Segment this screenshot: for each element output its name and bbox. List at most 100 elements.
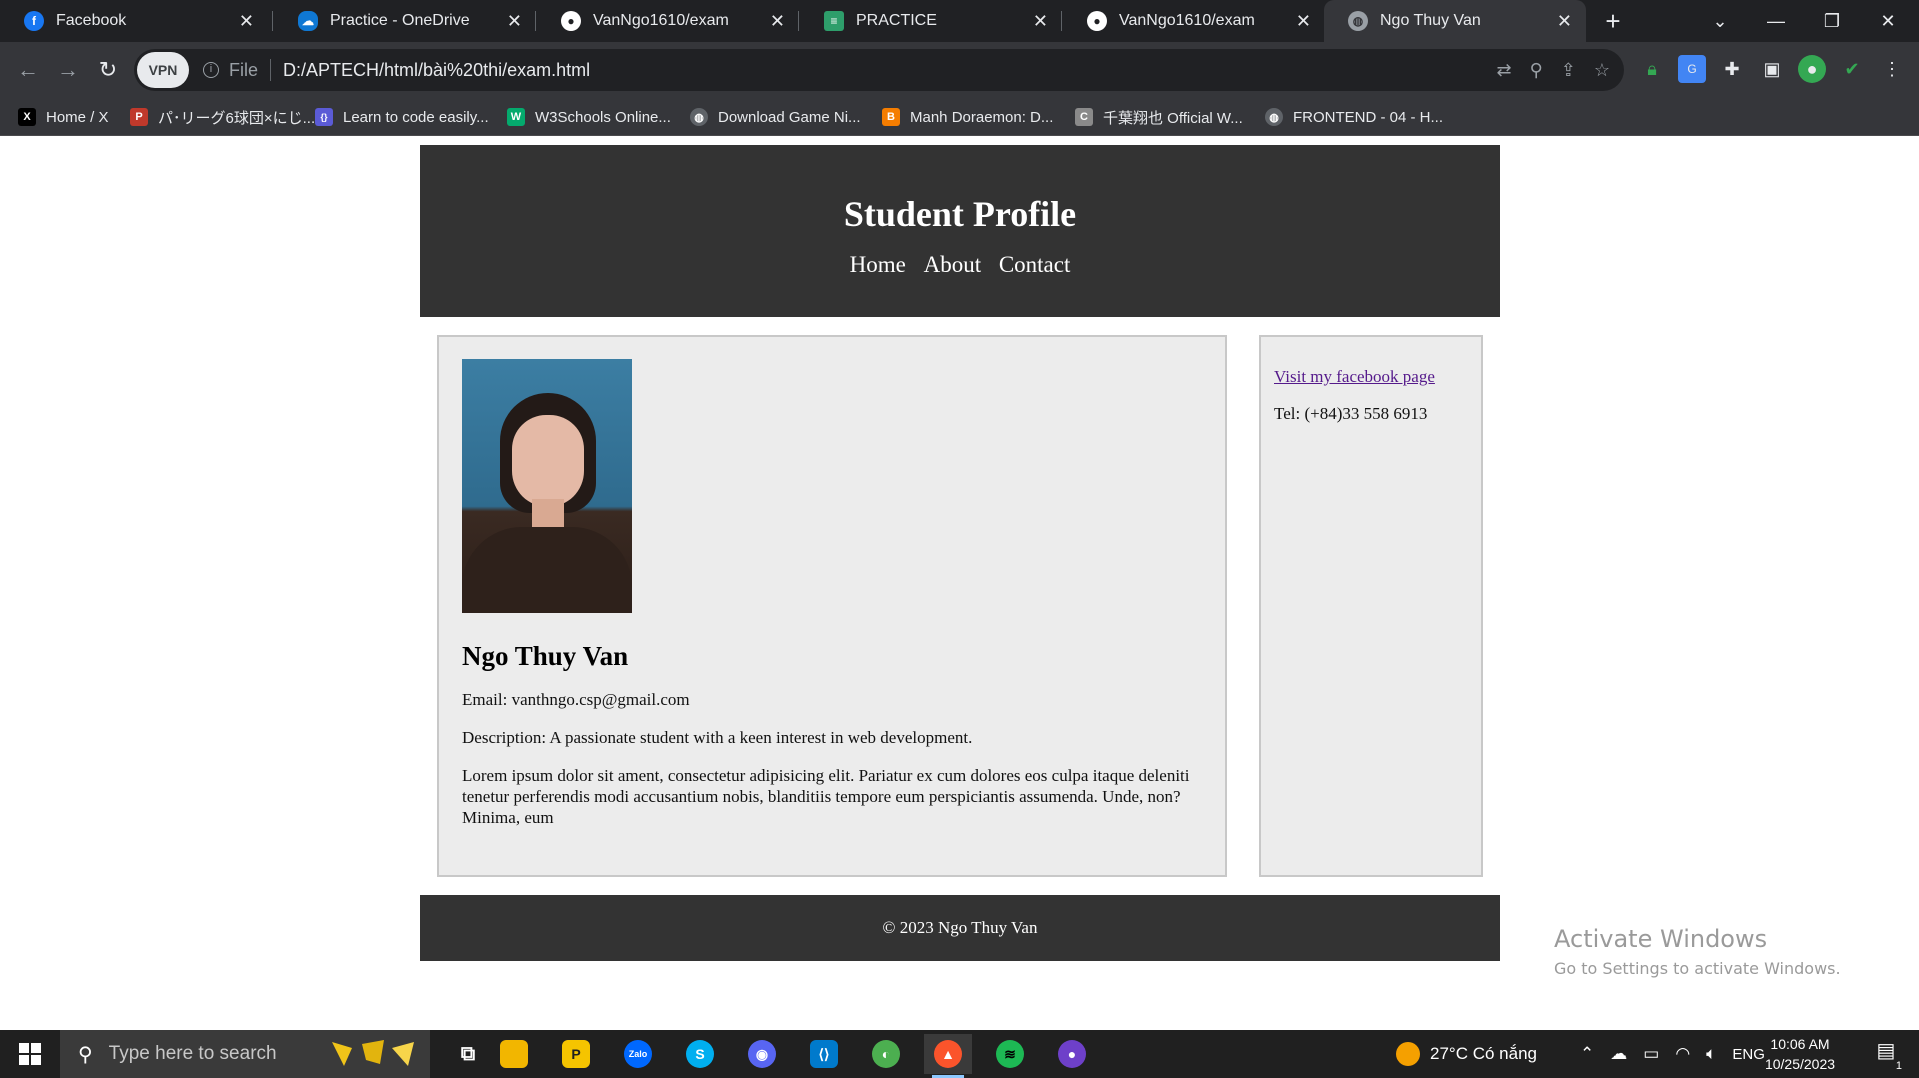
- restore-button[interactable]: ❐: [1804, 0, 1860, 42]
- side-panel-icon[interactable]: ▣: [1758, 55, 1786, 83]
- new-tab-button[interactable]: +: [1598, 6, 1628, 36]
- taskbar-search[interactable]: ⚲ Type here to search: [60, 1030, 430, 1078]
- tab-github-exam-2[interactable]: ● VanNgo1610/exam ✕: [1063, 0, 1325, 42]
- google-translate-icon[interactable]: G: [1678, 55, 1706, 83]
- bookmark-item[interactable]: ◍ Download Game Ni...: [690, 98, 861, 136]
- photo-body-shape: [462, 527, 632, 613]
- tab-separator: [1061, 11, 1062, 31]
- back-button[interactable]: ←: [12, 54, 44, 86]
- nav-link-contact[interactable]: Contact: [999, 252, 1071, 277]
- bookmark-item[interactable]: ◍ FRONTEND - 04 - H...: [1265, 98, 1443, 136]
- photo-face-shape: [512, 415, 584, 507]
- bookmark-star-icon[interactable]: ☆: [1594, 60, 1610, 81]
- bookmark-item[interactable]: X Home / X: [18, 98, 109, 136]
- tab-practice[interactable]: ≡ PRACTICE ✕: [800, 0, 1062, 42]
- spotify-button[interactable]: ≋: [986, 1034, 1034, 1074]
- weather-text: 27°C Có nắng: [1430, 1044, 1537, 1063]
- facebook-page-link[interactable]: Visit my facebook page: [1274, 367, 1435, 386]
- reload-button[interactable]: ↻: [92, 54, 124, 86]
- tab-facebook[interactable]: f Facebook ✕: [0, 0, 268, 42]
- bookmark-item[interactable]: P パ･リーグ6球団×にじ...: [130, 98, 315, 136]
- discord-button[interactable]: ◉: [738, 1034, 786, 1074]
- zalo-button[interactable]: Zalo: [614, 1034, 662, 1074]
- minimize-button[interactable]: —: [1748, 0, 1804, 42]
- onedrive-tray-icon[interactable]: ☁: [1610, 1044, 1627, 1064]
- menu-kebab-icon[interactable]: ⋮: [1878, 55, 1906, 83]
- clock-time: 10:06 AM: [1770, 1036, 1830, 1052]
- system-clock[interactable]: 10:06 AM 10/25/2023: [1760, 1034, 1840, 1074]
- taskbar-app-button[interactable]: P: [552, 1034, 600, 1074]
- c-icon: C: [1075, 108, 1093, 126]
- github-icon: ●: [1087, 11, 1107, 31]
- browser-tab-bar: f Facebook ✕ ☁ Practice - OneDrive ✕ ● V…: [0, 0, 1919, 42]
- notification-center-button[interactable]: ▤ 1: [1866, 1038, 1906, 1072]
- file-explorer-icon: [500, 1040, 528, 1068]
- unknown-app-icon: P: [562, 1040, 590, 1068]
- omnibox-actions: ⇄ ⚲ ⇪ ☆: [1496, 49, 1610, 91]
- bookmark-item[interactable]: {} Learn to code easily...: [315, 98, 489, 136]
- bookmark-item[interactable]: W W3Schools Online...: [507, 98, 671, 136]
- close-icon[interactable]: ✕: [1033, 11, 1048, 32]
- blogger-icon: B: [882, 108, 900, 126]
- close-icon[interactable]: ✕: [507, 11, 522, 32]
- volume-icon[interactable]: 🔈︎: [1706, 1044, 1716, 1064]
- watermark-title: Activate Windows: [1554, 925, 1768, 953]
- lock-extension-icon[interactable]: 🔒︎: [1638, 55, 1666, 83]
- facebook-icon: f: [24, 11, 44, 31]
- system-tray: ⌃ ☁ ▭ ◠ 🔈︎ ENG: [1580, 1030, 1765, 1078]
- weather-widget[interactable]: 27°C Có nắng: [1396, 1030, 1537, 1078]
- close-icon[interactable]: ✕: [239, 11, 254, 32]
- phone-number: Tel: (+84)33 558 6913: [1274, 404, 1428, 423]
- chevron-up-icon[interactable]: ⌃: [1580, 1044, 1594, 1064]
- github-desktop-button[interactable]: ●: [1048, 1034, 1096, 1074]
- vpn-icon[interactable]: VPN: [137, 52, 189, 88]
- bookmark-item[interactable]: C 千葉翔也 Official W...: [1075, 98, 1243, 136]
- student-profile-site: Student Profile Home About Contact Ngo T…: [420, 145, 1500, 961]
- bookmark-label: FRONTEND - 04 - H...: [1293, 108, 1444, 126]
- tab-title: VanNgo1610/exam: [593, 12, 729, 29]
- tab-github-exam[interactable]: ● VanNgo1610/exam ✕: [537, 0, 799, 42]
- file-explorer-button[interactable]: [490, 1034, 538, 1074]
- wifi-icon[interactable]: ◠: [1675, 1044, 1690, 1064]
- nav-link-home[interactable]: Home: [850, 252, 906, 277]
- tab-search-chevron-icon[interactable]: ⌄: [1692, 0, 1748, 42]
- info-icon[interactable]: i: [203, 62, 219, 78]
- brave-browser-button[interactable]: ▲: [924, 1034, 972, 1078]
- tab-title: Practice - OneDrive: [330, 12, 470, 29]
- nav-link-about[interactable]: About: [924, 252, 982, 277]
- bookmark-item[interactable]: B Manh Doraemon: D...: [882, 98, 1053, 136]
- battery-icon[interactable]: ▭: [1643, 1044, 1659, 1064]
- site-nav: Home About Contact: [420, 252, 1500, 278]
- tab-onedrive[interactable]: ☁ Practice - OneDrive ✕: [274, 0, 536, 42]
- profile-avatar-icon[interactable]: ●: [1798, 55, 1826, 83]
- translate-icon[interactable]: ⇄: [1496, 60, 1511, 81]
- url-text[interactable]: D:/APTECH/html/bài%20thi/exam.html: [283, 60, 590, 81]
- bookmark-label: パ･リーグ6球団×にじ...: [158, 109, 316, 127]
- extensions-puzzle-icon[interactable]: ✚: [1718, 55, 1746, 83]
- close-icon[interactable]: ✕: [770, 11, 785, 32]
- zoom-icon[interactable]: ⚲: [1530, 60, 1543, 81]
- start-button[interactable]: [0, 1030, 60, 1078]
- shield-check-icon[interactable]: ✔: [1838, 55, 1866, 83]
- scheme-label: File: [229, 59, 259, 80]
- tab-active-profile[interactable]: ◍ Ngo Thuy Van ✕: [1324, 0, 1586, 42]
- code-icon: {}: [315, 108, 333, 126]
- close-icon[interactable]: ✕: [1296, 11, 1311, 32]
- profile-name: Ngo Thuy Van: [462, 641, 629, 671]
- task-view-button[interactable]: ⧉: [444, 1034, 492, 1074]
- bookmark-label: Manh Doraemon: D...: [910, 108, 1054, 126]
- site-footer: © 2023 Ngo Thuy Van: [420, 895, 1500, 961]
- spotify-icon: ≋: [996, 1040, 1024, 1068]
- share-icon[interactable]: ⇪: [1561, 60, 1576, 81]
- skype-button[interactable]: S: [676, 1034, 724, 1074]
- globe-icon: ◍: [690, 108, 708, 126]
- forward-button[interactable]: →: [52, 54, 84, 86]
- address-bar[interactable]: VPN i File D:/APTECH/html/bài%20thi/exam…: [134, 49, 1624, 91]
- close-window-button[interactable]: ✕: [1860, 0, 1916, 42]
- bookmark-label: 千葉翔也 Official W...: [1103, 109, 1243, 127]
- taskbar-app-button[interactable]: ◐: [862, 1034, 910, 1074]
- vscode-button[interactable]: ⟨⟩: [800, 1034, 848, 1074]
- close-icon[interactable]: ✕: [1557, 11, 1572, 32]
- profile-email: Email: vanthngo.csp@gmail.com: [462, 690, 690, 709]
- tab-separator: [535, 11, 536, 31]
